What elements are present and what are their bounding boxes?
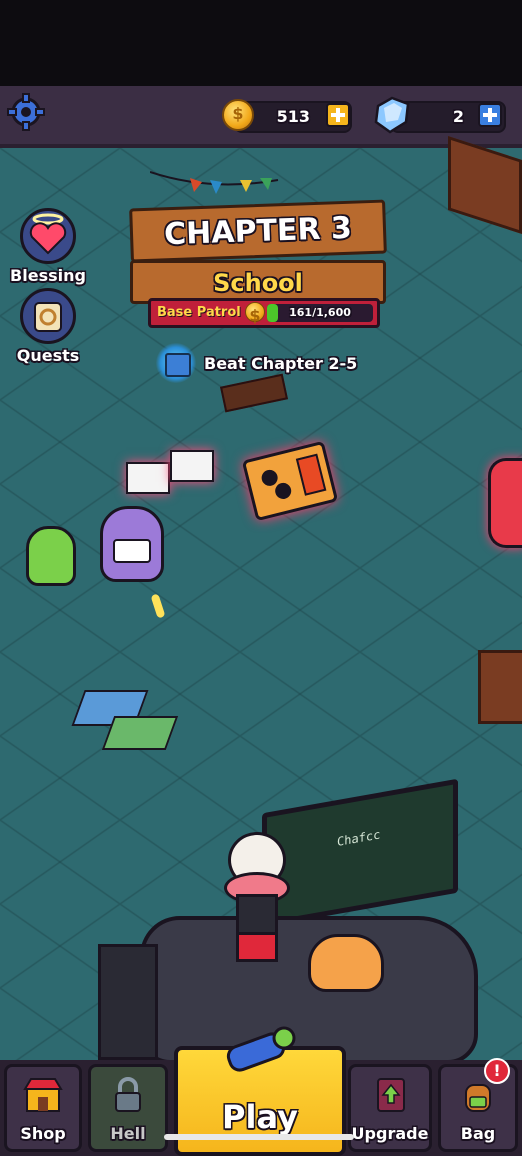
base-patrol-bar[interactable]: Base Patrol 161/1,600: [148, 298, 380, 328]
gem-icon: [374, 96, 410, 134]
patrol-progress-track: 161/1,600: [267, 304, 373, 322]
home-indicator: [164, 1134, 354, 1140]
upgrade-label: Upgrade: [351, 1124, 429, 1143]
base-patrol-label: Base Patrol: [157, 305, 241, 320]
enemy-red-edge: [488, 458, 522, 548]
stage-platform: [140, 916, 478, 1064]
blessing-button[interactable]: Blessing: [4, 208, 92, 285]
scroll-icon: [20, 288, 76, 344]
hell-label: Hell: [110, 1124, 146, 1143]
coin-value: 513: [276, 107, 310, 126]
chapter-title: CHAPTER 3: [129, 199, 387, 263]
gem-value: 2: [452, 107, 464, 126]
bag-alert-badge: !: [484, 1058, 510, 1084]
quests-label: Quests: [16, 346, 80, 365]
bunting-decoration: [150, 171, 279, 194]
chapter-sign[interactable]: CHAPTER 3 School: [129, 199, 387, 304]
enemy-purple-backpack: [100, 506, 164, 582]
add-gems-button[interactable]: [478, 103, 502, 127]
gear-icon[interactable]: [6, 92, 46, 132]
add-coins-button[interactable]: [326, 103, 350, 127]
shop-label: Shop: [20, 1124, 66, 1143]
status-area: [0, 0, 522, 86]
objective-text: Beat Chapter 2-5: [204, 354, 358, 373]
desk-right: [478, 650, 522, 724]
sleeping-pet: [308, 934, 384, 992]
hell-button[interactable]: Hell: [88, 1064, 168, 1152]
shop-icon: [23, 1078, 63, 1112]
hero: [222, 832, 290, 964]
coin-icon: [245, 302, 265, 325]
upgrade-book-icon: [377, 1078, 405, 1112]
blessing-label: Blessing: [10, 266, 86, 285]
quests-button[interactable]: Quests: [4, 288, 92, 365]
scattered-papers: [71, 690, 179, 750]
heart-halo-icon: [20, 208, 76, 264]
lock-icon: [115, 1077, 141, 1112]
chalkboard-text: Chafcc: [337, 827, 381, 850]
upgrade-button[interactable]: Upgrade: [348, 1064, 432, 1152]
enemy-green-backpack: [26, 526, 76, 586]
shop-button[interactable]: Shop: [4, 1064, 82, 1152]
bag-label: Bag: [460, 1124, 496, 1143]
patrol-progress-value: 161/1,600: [289, 306, 351, 319]
coin-icon: [222, 99, 254, 131]
chest-icon[interactable]: [156, 343, 196, 383]
blaster-icon: [226, 1026, 296, 1072]
enemy-paper-stack: [126, 450, 214, 494]
play-label: Play: [222, 1098, 298, 1136]
piano: [98, 944, 158, 1060]
